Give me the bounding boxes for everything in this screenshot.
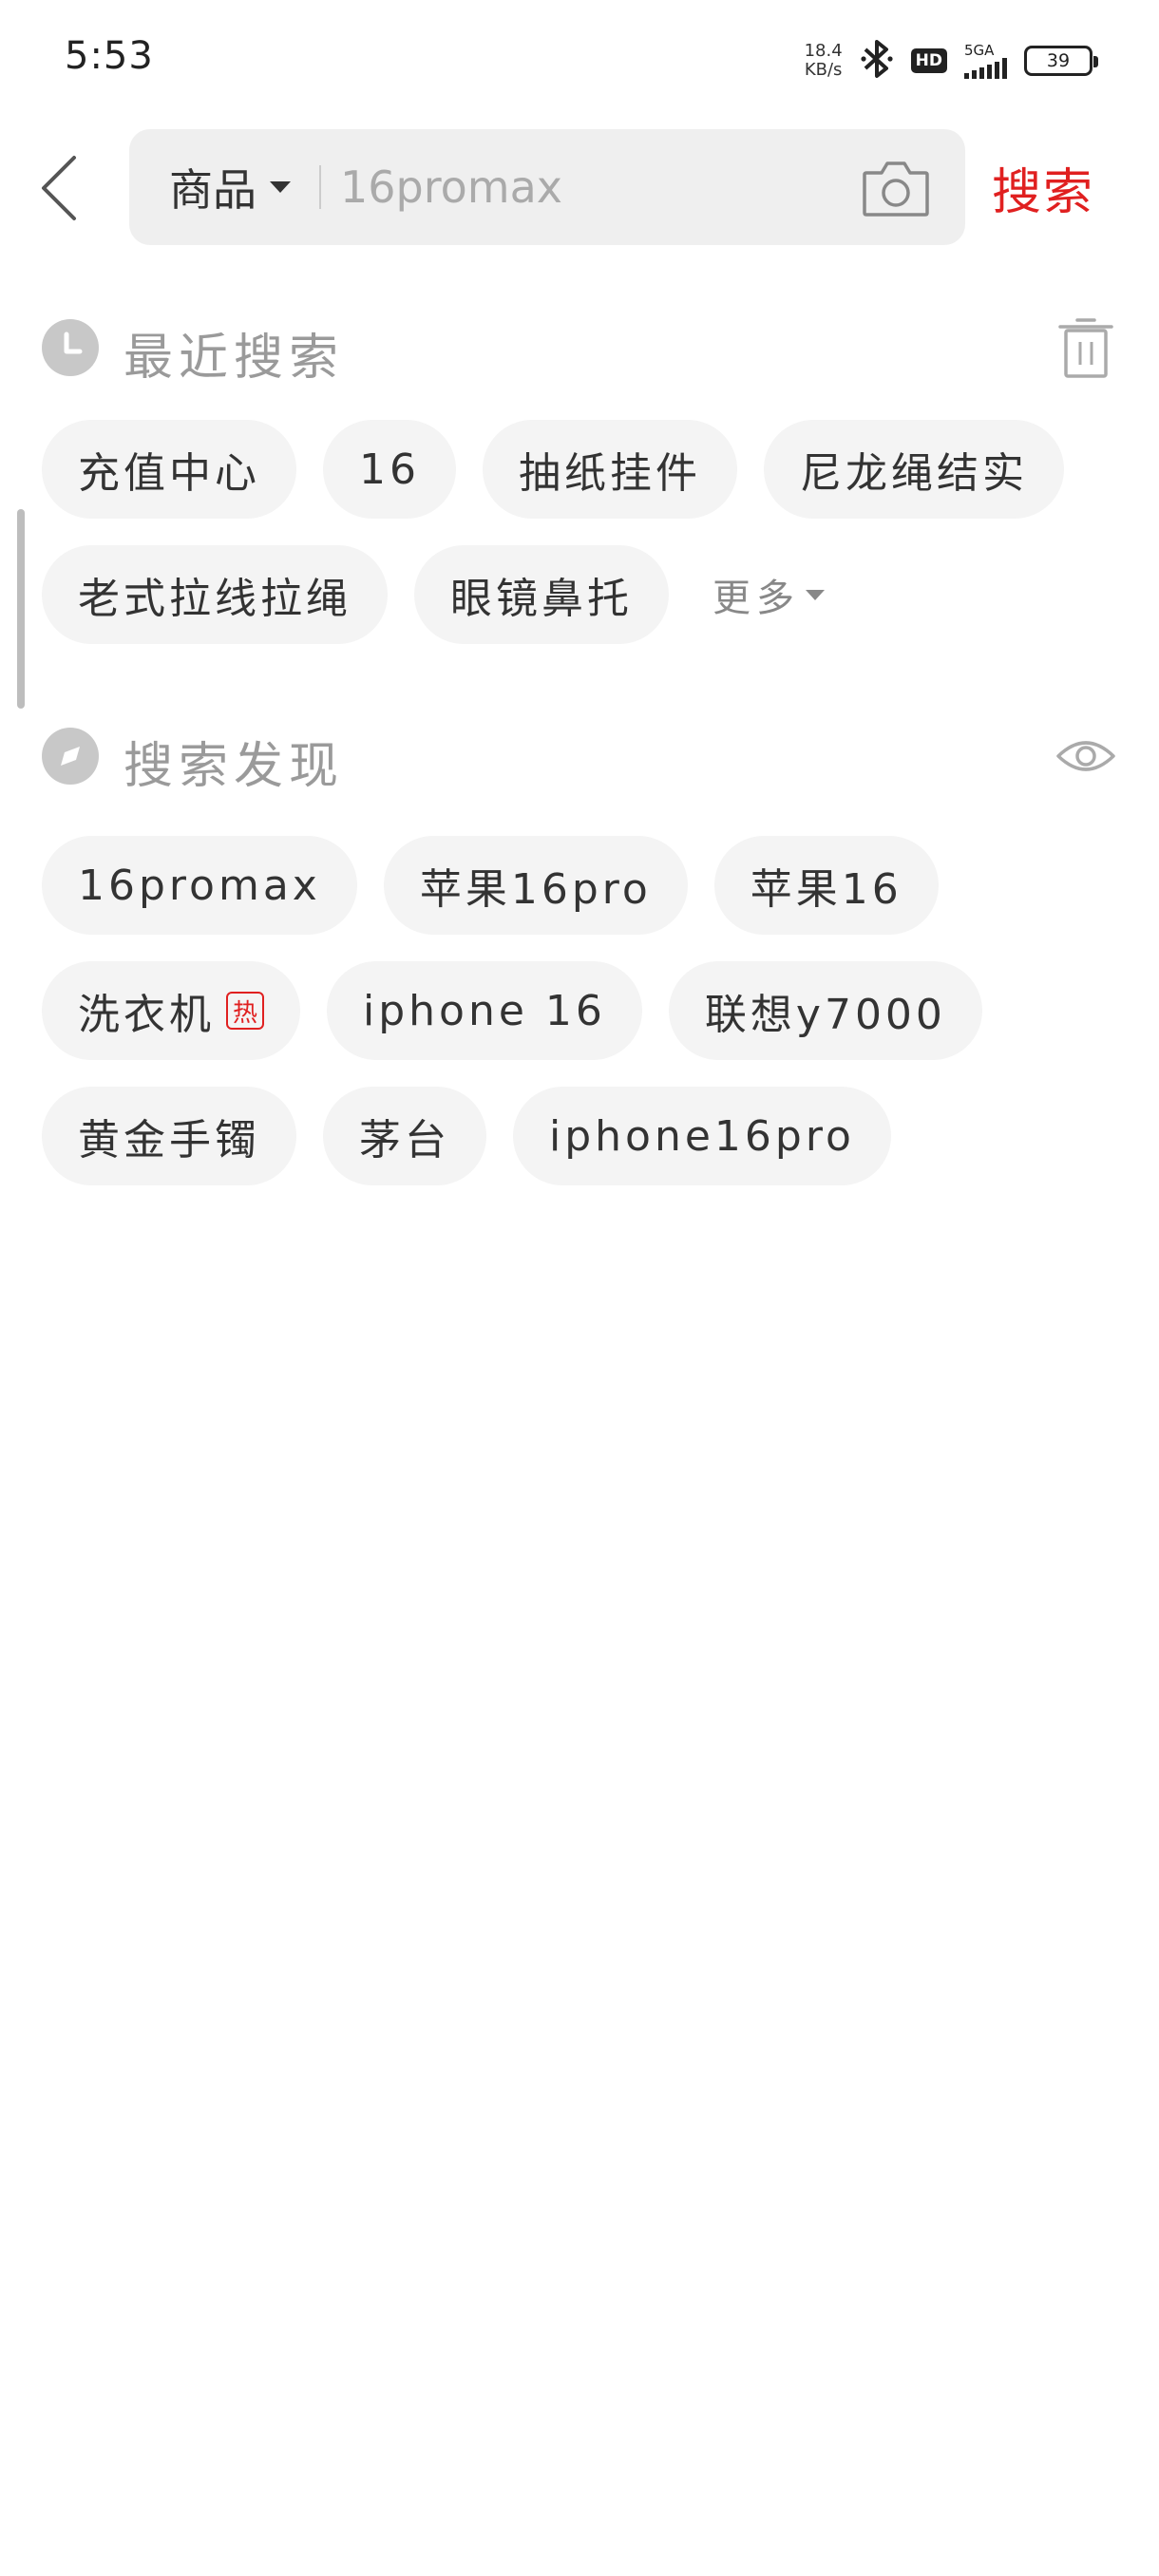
caret-down-icon (806, 589, 825, 600)
recent-search-chip[interactable]: 尼龙绳结实 (764, 420, 1064, 519)
discover-chip-label: 苹果16 (750, 865, 902, 914)
cellular-signal-icon: 5GA (964, 43, 1007, 79)
discover-chip[interactable]: 苹果16pro (383, 836, 688, 935)
recent-search-chip[interactable]: 16 (323, 420, 456, 519)
search-scope-dropdown[interactable]: 商品 (169, 129, 291, 245)
recent-search-chip[interactable]: 老式拉线拉绳 (42, 545, 388, 644)
clear-history-button[interactable] (1054, 315, 1117, 380)
discover-chip-label: 苹果16pro (419, 865, 652, 914)
discover-chip-label: iphone16pro (549, 1111, 855, 1161)
recent-search-list: 充值中心 16 抽纸挂件 尼龙绳结实 老式拉线拉绳 眼镜鼻托 更多 (42, 420, 1117, 644)
compass-icon (42, 728, 99, 785)
camera-icon (863, 161, 929, 217)
caret-down-icon (270, 181, 291, 193)
more-history-label: 更多 (712, 577, 800, 620)
status-bar: 5:53 18.4 KB/s HD 5GA 39 (0, 0, 1159, 123)
recent-search-title: 最近搜索 (124, 330, 345, 387)
search-divider (319, 165, 321, 209)
more-history-button[interactable]: 更多 (695, 545, 825, 644)
status-time: 5:53 (65, 34, 154, 78)
search-discover-header: 搜索发现 (42, 718, 1117, 795)
eye-icon (1056, 741, 1115, 771)
search-discover-title: 搜索发现 (124, 738, 345, 795)
network-speed: 18.4 KB/s (805, 42, 843, 80)
search-discover-list: 16promax 苹果16pro 苹果16 洗衣机 热 iphone 16 联想… (42, 836, 1117, 1185)
discover-chip[interactable]: 洗衣机 热 (42, 961, 300, 1060)
discover-chip[interactable]: 茅台 (323, 1087, 486, 1185)
recent-search-chip[interactable]: 眼镜鼻托 (414, 545, 669, 644)
scroll-indicator (17, 509, 25, 709)
search-input[interactable] (340, 129, 758, 245)
clock-icon (42, 319, 99, 376)
bluetooth-icon (860, 38, 894, 84)
toggle-discover-visibility-button[interactable] (1054, 724, 1117, 788)
search-button[interactable]: 搜索 (992, 152, 1094, 223)
discover-chip[interactable]: 联想y7000 (668, 961, 982, 1060)
discover-chip-label: 黄金手镯 (78, 1116, 260, 1165)
search-bar: 商品 (129, 129, 965, 245)
recent-search-chip[interactable]: 抽纸挂件 (483, 420, 737, 519)
chevron-left-icon (42, 156, 76, 220)
discover-chip-label: iphone 16 (363, 986, 606, 1035)
camera-search-button[interactable] (861, 154, 931, 220)
battery-icon: 39 (1024, 46, 1098, 76)
trash-icon (1058, 318, 1113, 378)
search-scope-label: 商品 (169, 164, 256, 216)
battery-level: 39 (1046, 50, 1071, 71)
signal-bars (964, 58, 1007, 79)
discover-chip[interactable]: iphone16pro (513, 1087, 891, 1185)
discover-chip[interactable]: 苹果16 (713, 836, 939, 935)
status-icons: 18.4 KB/s HD 5GA 39 (805, 34, 1098, 87)
discover-chip[interactable]: 16promax (42, 836, 357, 935)
recent-search-chip[interactable]: 充值中心 (42, 420, 296, 519)
back-button[interactable] (36, 152, 89, 224)
discover-chip-label: 洗衣机 (78, 991, 215, 1039)
discover-chip[interactable]: iphone 16 (327, 961, 642, 1060)
hot-badge: 热 (226, 992, 264, 1030)
network-type-label: 5GA (964, 42, 995, 59)
discover-chip[interactable]: 黄金手镯 (42, 1087, 296, 1185)
recent-search-header: 最近搜索 (42, 310, 1117, 387)
network-speed-unit: KB/s (804, 60, 843, 80)
discover-chip-label: 16promax (78, 861, 321, 910)
discover-chip-label: 茅台 (359, 1116, 450, 1165)
discover-chip-label: 联想y7000 (704, 991, 946, 1039)
hd-badge: HD (910, 48, 947, 73)
network-speed-value: 18.4 (804, 41, 843, 61)
